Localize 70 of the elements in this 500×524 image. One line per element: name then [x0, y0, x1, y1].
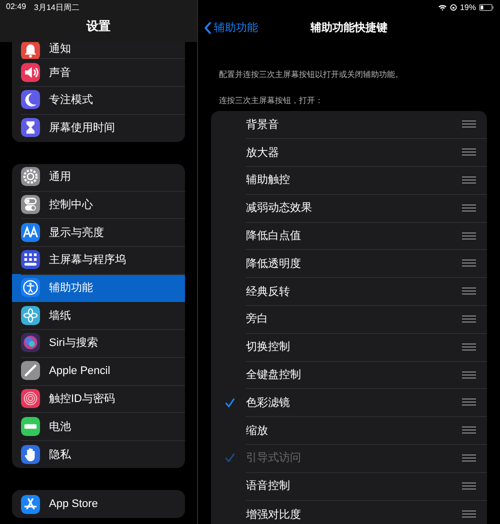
reorder-handle-icon[interactable]: [462, 204, 476, 212]
reorder-handle-icon[interactable]: [462, 426, 476, 434]
rotation-lock-icon: [450, 4, 457, 10]
reorder-handle-icon[interactable]: [462, 148, 476, 156]
shortcut-label: 增强对比度: [246, 508, 302, 522]
sidebar-item[interactable]: App Store: [12, 490, 185, 518]
sidebar-item[interactable]: 触控ID与密码: [12, 385, 185, 413]
sidebar-item[interactable]: 电池: [12, 412, 185, 440]
sidebar-item[interactable]: 控制中心: [12, 191, 185, 219]
reorder-handle-icon[interactable]: [462, 398, 476, 406]
shortcut-label: 降低透明度: [246, 256, 302, 271]
page-title: 辅助功能快捷键: [310, 22, 388, 34]
shortcut-item[interactable]: 经典反转: [211, 278, 487, 306]
reorder-handle-icon[interactable]: [462, 510, 476, 518]
reorder-handle-icon[interactable]: [462, 259, 476, 268]
shortcut-label: 缩放: [246, 424, 269, 438]
shortcut-label: 色彩滤镜: [246, 396, 291, 410]
shortcut-label: 减弱动态效果: [246, 200, 313, 216]
reorder-handle-icon[interactable]: [462, 287, 476, 296]
battery-icon: [479, 4, 494, 10]
shortcut-label: 切换控制: [246, 340, 291, 354]
shortcut-item[interactable]: 降低透明度: [211, 250, 487, 278]
sidebar-item[interactable]: 显示与亮度: [12, 218, 185, 247]
sidebar-item[interactable]: Siri与搜索: [12, 330, 185, 358]
shortcut-item[interactable]: 切换控制: [211, 333, 487, 362]
sidebar-title: 设置: [86, 18, 110, 35]
reorder-handle-icon[interactable]: [462, 314, 476, 323]
description-text: 配置并连按三次主屏幕按钮以打开或关闭辅助功能。: [219, 69, 404, 80]
shortcut-item[interactable]: 旁白: [211, 306, 487, 334]
shortcut-item[interactable]: 增强对比度: [211, 500, 487, 524]
sidebar-item[interactable]: 声音: [12, 59, 185, 86]
reorder-handle-icon[interactable]: [462, 370, 476, 379]
shortcut-item[interactable]: 背景音: [211, 111, 487, 139]
shortcut-item[interactable]: 降低白点值: [211, 222, 487, 250]
status-time: 02:49: [6, 2, 26, 12]
sidebar-item[interactable]: 隐私: [12, 440, 185, 468]
shortcut-label: 放大器: [246, 146, 280, 160]
sidebar-item[interactable]: 专注模式: [12, 86, 185, 114]
shortcut-label: 语音控制: [246, 478, 291, 494]
sidebar-item[interactable]: 通知: [12, 42, 185, 59]
battery-percent: 19%: [460, 2, 476, 12]
sidebar-item[interactable]: 通用: [12, 164, 185, 192]
shortcut-label: 旁白: [246, 312, 269, 326]
shortcut-item[interactable]: 语音控制: [211, 472, 487, 500]
sidebar-item[interactable]: Apple Pencil: [12, 357, 185, 385]
reorder-handle-icon[interactable]: [462, 120, 476, 128]
shortcut-item[interactable]: 减弱动态效果: [211, 194, 487, 222]
shortcut-label: 辅助触控: [246, 173, 291, 188]
shortcut-label: 经典反转: [246, 284, 291, 299]
sidebar-item[interactable]: 屏幕使用时间: [12, 114, 185, 142]
shortcut-item[interactable]: 缩放: [211, 416, 487, 445]
sidebar-item[interactable]: 辅助功能: [12, 274, 185, 302]
reorder-handle-icon[interactable]: [462, 232, 476, 240]
shortcut-item[interactable]: 辅助触控: [211, 166, 487, 194]
section-header: 连按三次主屏幕按钮，打开：: [219, 95, 324, 106]
status-date: 3月14日周二: [34, 2, 80, 12]
shortcut-label: 背景音: [246, 118, 280, 132]
shortcut-item[interactable]: 全键盘控制: [211, 361, 487, 389]
back-button[interactable]: 辅助功能: [204, 20, 258, 35]
shortcut-label: 降低白点值: [246, 228, 302, 244]
shortcut-item[interactable]: 色彩滤镜: [211, 388, 487, 417]
wifi-icon: [438, 4, 447, 10]
shortcut-label: 全键盘控制: [246, 368, 302, 382]
reorder-handle-icon[interactable]: [462, 342, 476, 351]
reorder-handle-icon[interactable]: [462, 482, 476, 490]
sidebar-item[interactable]: 墙纸: [12, 302, 185, 330]
shortcut-label: 引导式访问: [246, 450, 302, 466]
reorder-handle-icon[interactable]: [462, 176, 476, 184]
chevron-left-icon: [204, 22, 211, 34]
shortcut-item[interactable]: 放大器: [211, 138, 487, 167]
